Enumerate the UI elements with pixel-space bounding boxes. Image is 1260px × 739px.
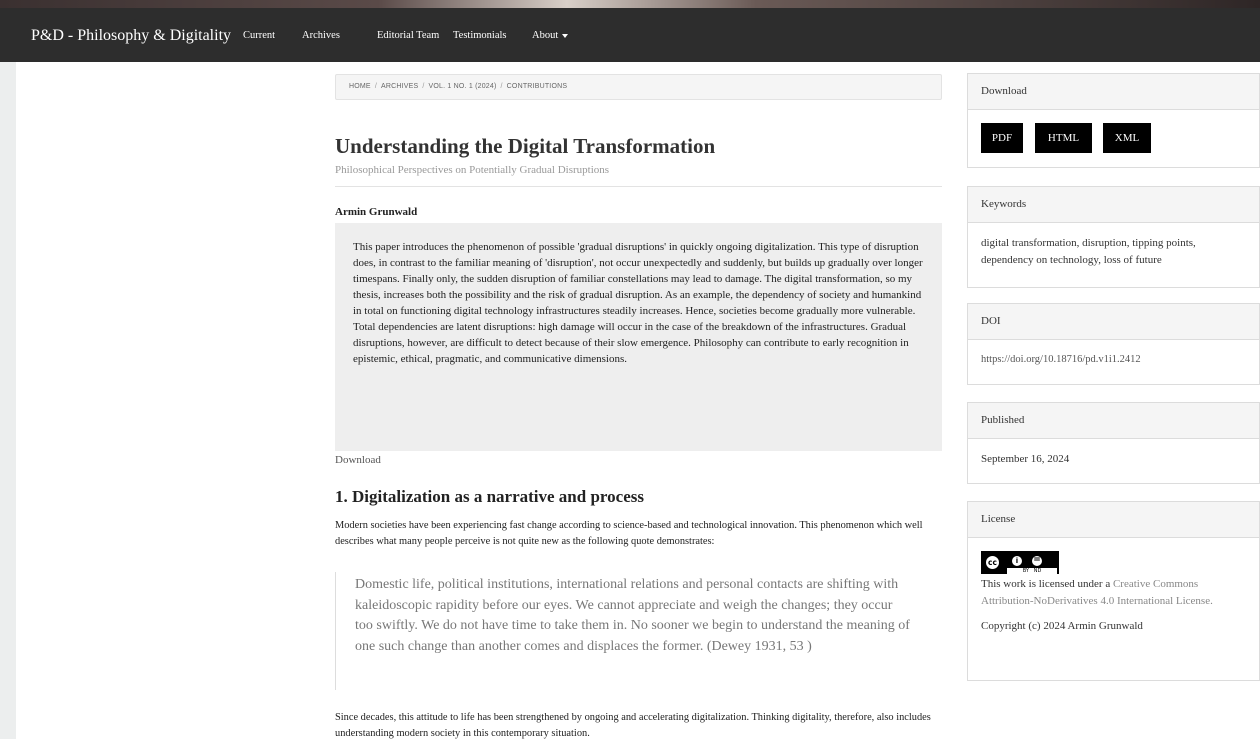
left-rail (0, 62, 16, 739)
license-panel-title: License (968, 502, 1259, 538)
nav-item-current[interactable]: Current (243, 30, 275, 41)
abstract-download-link[interactable]: Download (335, 454, 381, 466)
breadcrumb-archives[interactable]: ARCHIVES (381, 83, 418, 90)
header-banner-image (0, 0, 1260, 8)
html-button[interactable]: HTML (1035, 123, 1092, 153)
breadcrumb-home[interactable]: HOME (349, 83, 371, 90)
nav-item-archives[interactable]: Archives (302, 30, 340, 41)
keywords-panel-title: Keywords (968, 187, 1259, 223)
article-subtitle: Philosophical Perspectives on Potentiall… (335, 164, 610, 176)
nav-item-testimonials[interactable]: Testimonials (453, 30, 507, 41)
doi-panel: DOI https://doi.org/10.18716/pd.v1i1.241… (967, 303, 1260, 385)
published-panel: Published September 16, 2024 (967, 402, 1260, 484)
equals-icon: = (1030, 554, 1044, 568)
download-panel-title: Download (968, 74, 1259, 110)
section-heading: 1. Digitalization as a narrative and pro… (335, 487, 644, 506)
breadcrumb-section[interactable]: CONTRIBUTIONS (507, 83, 568, 90)
cc-badge-labels: BY ND (1007, 568, 1057, 574)
abstract-box: This paper introduces the phenomenon of … (335, 223, 942, 451)
caret-down-icon (562, 33, 569, 38)
person-icon: i (1010, 554, 1024, 568)
download-panel: Download (967, 73, 1260, 168)
published-date: September 16, 2024 (981, 453, 1070, 465)
nav-item-about[interactable]: About (532, 30, 569, 41)
abstract-text: This paper introduces the phenomenon of … (353, 241, 923, 365)
cc-by-nd-badge[interactable]: cc i = BY ND (981, 551, 1059, 574)
nav-item-about-label: About (532, 30, 559, 41)
blockquote: Domestic life, political institutions, i… (335, 572, 942, 690)
pdf-button[interactable]: PDF (981, 123, 1023, 153)
breadcrumb-separator: / (374, 83, 377, 90)
nav-item-editorial-team[interactable]: Editorial Team (377, 30, 439, 41)
keywords-text: digital transformation, disruption, tipp… (981, 237, 1196, 266)
body-paragraph: Since decades, this attitude to life has… (335, 712, 931, 739)
site-brand[interactable]: P&D - Philosophy & Digitality (31, 27, 231, 45)
license-text: This work is licensed under a Creative C… (981, 578, 1213, 607)
breadcrumb-separator: / (500, 83, 503, 90)
copyright-text: Copyright (c) 2024 Armin Grunwald (981, 620, 1143, 632)
breadcrumb-separator: / (422, 83, 425, 90)
breadcrumb-issue[interactable]: VOL. 1 NO. 1 (2024) (429, 83, 497, 90)
cc-icon: cc (984, 554, 1001, 571)
doi-link[interactable]: https://doi.org/10.18716/pd.v1i1.2412 (981, 354, 1141, 365)
article-author: Armin Grunwald (335, 206, 418, 218)
breadcrumb: HOME / ARCHIVES / VOL. 1 NO. 1 (2024) / CONTRI… (335, 74, 942, 100)
license-panel: License cc i = BY ND This work is licens… (967, 501, 1260, 681)
published-panel-title: Published (968, 403, 1259, 439)
article-title: Understanding the Digital Transformation (335, 134, 716, 158)
navbar: P&D - Philosophy & Digitality Current Ar… (0, 8, 1260, 62)
body-paragraph: Modern societies have been experiencing … (335, 520, 923, 547)
keywords-panel: Keywords digital transformation, disrupt… (967, 186, 1260, 288)
blockquote-text: Domestic life, political institutions, i… (355, 577, 910, 654)
title-divider (335, 186, 942, 187)
xml-button[interactable]: XML (1103, 123, 1151, 153)
doi-panel-title: DOI (968, 304, 1259, 340)
